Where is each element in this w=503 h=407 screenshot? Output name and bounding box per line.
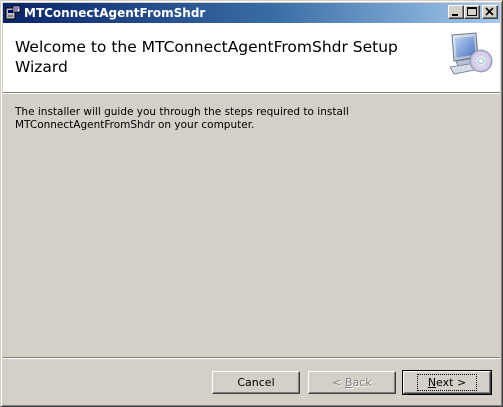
setup-wizard-window: MTConnectAgentFromShdr Welcome to the MT… bbox=[0, 0, 503, 407]
next-hotkey: N bbox=[427, 376, 437, 389]
minimize-icon bbox=[452, 14, 458, 16]
close-icon bbox=[485, 7, 494, 16]
back-rest: ack bbox=[352, 376, 372, 389]
next-rest: ext > bbox=[436, 376, 467, 389]
title-bar[interactable]: MTConnectAgentFromShdr bbox=[3, 3, 500, 23]
next-button-label: Next > bbox=[416, 374, 478, 391]
installer-app-icon[interactable] bbox=[5, 5, 21, 21]
next-button[interactable]: Next > bbox=[402, 370, 492, 395]
cancel-button-label: Cancel bbox=[237, 376, 275, 389]
page-title: Welcome to the MTConnectAgentFromShdr Se… bbox=[15, 38, 398, 76]
back-prefix: < bbox=[332, 376, 345, 389]
caption-buttons bbox=[448, 5, 498, 19]
maximize-icon bbox=[467, 7, 477, 16]
back-button-label: < Back bbox=[332, 376, 371, 389]
minimize-button[interactable] bbox=[448, 5, 464, 19]
wizard-header: Welcome to the MTConnectAgentFromShdr Se… bbox=[3, 23, 500, 92]
maximize-button[interactable] bbox=[464, 5, 480, 19]
header-separator bbox=[3, 92, 500, 94]
footer-separator bbox=[3, 357, 500, 359]
computer-cd-icon bbox=[446, 31, 494, 79]
description-text: The installer will guide you through the… bbox=[15, 106, 349, 131]
back-hotkey: B bbox=[345, 376, 353, 389]
window-title: MTConnectAgentFromShdr bbox=[24, 6, 206, 20]
cancel-button[interactable]: Cancel bbox=[212, 371, 300, 394]
back-button[interactable]: < Back bbox=[308, 371, 396, 394]
close-button[interactable] bbox=[482, 5, 498, 19]
